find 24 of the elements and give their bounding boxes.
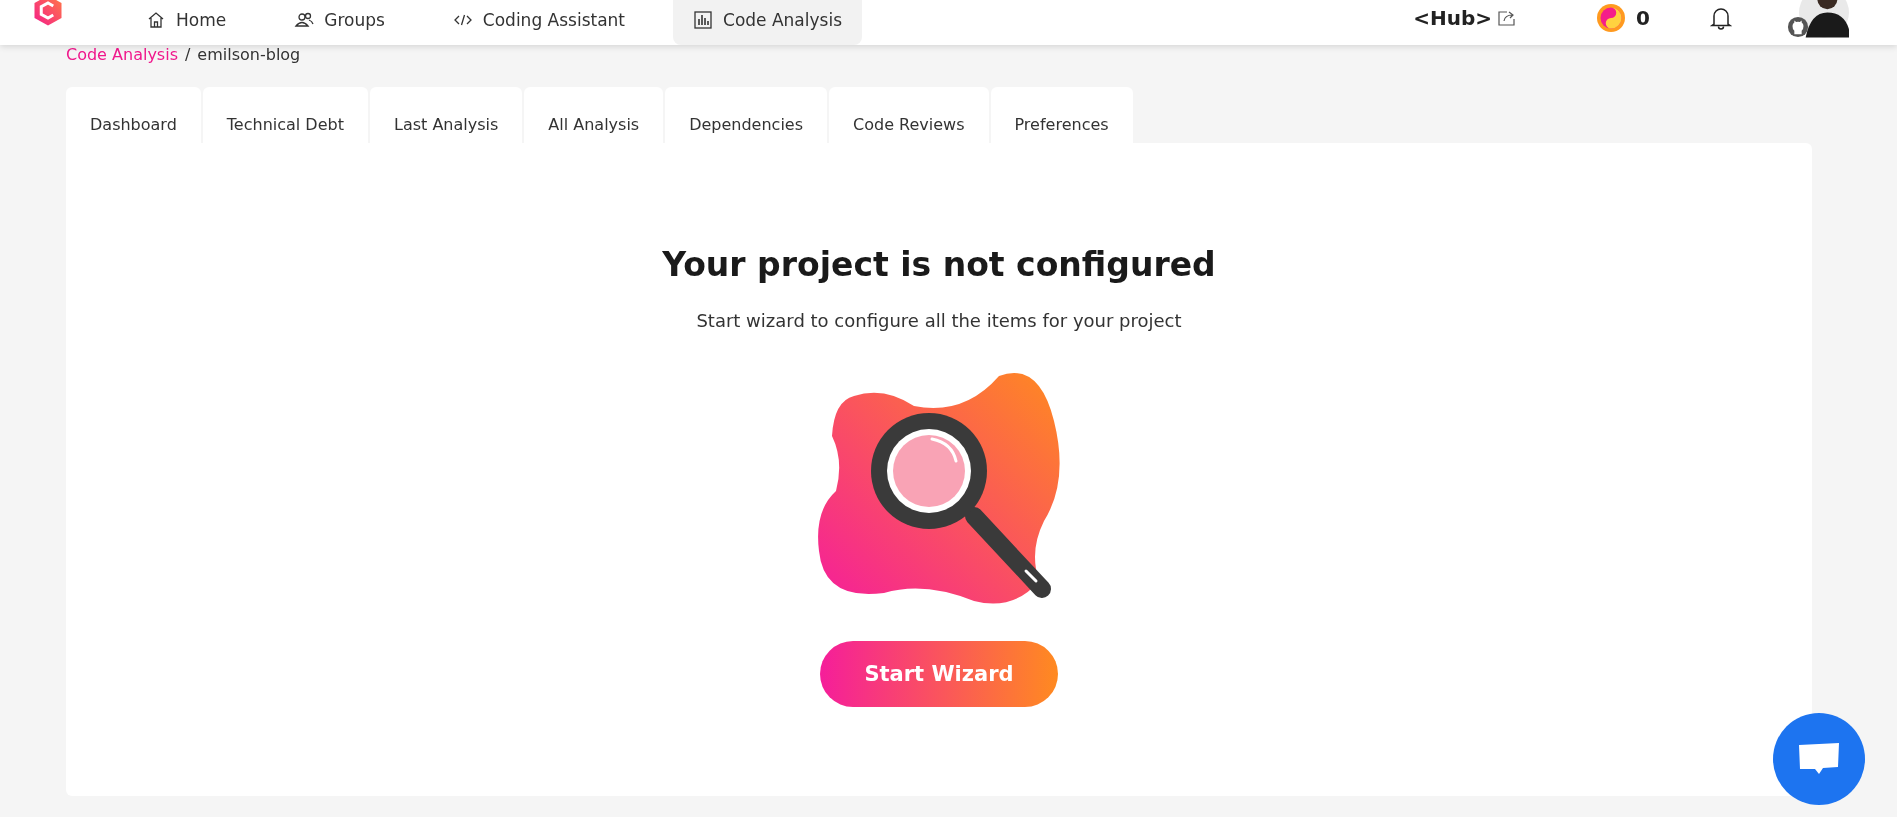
external-link-icon [1498, 9, 1517, 26]
empty-state-subtitle: Start wizard to configure all the items for your project [696, 310, 1182, 331]
nav-link[interactable]: Coding Assistant [432, 0, 646, 45]
tab[interactable]: All Analysis [524, 87, 664, 143]
hub-link[interactable]: <Hub> [1413, 5, 1517, 40]
nav-link[interactable]: Code Analysis [673, 0, 862, 45]
nav-link[interactable]: Home [126, 0, 247, 45]
start-wizard-button[interactable]: Start Wizard [820, 641, 1058, 707]
tab[interactable]: Dashboard [66, 87, 201, 143]
tab[interactable]: Last Analysis [369, 87, 523, 143]
avatar[interactable] [1799, 0, 1849, 40]
breadcrumb-link[interactable]: Code Analysis [66, 45, 178, 87]
breadcrumb-separator: / [184, 45, 191, 66]
tab[interactable]: Code Reviews [829, 87, 989, 143]
coin-count: 0 [1636, 5, 1650, 30]
nav-link[interactable]: Groups [274, 0, 405, 45]
tab[interactable]: Preferences [990, 87, 1133, 143]
tab[interactable]: Dependencies [665, 87, 828, 143]
coin-icon [1596, 2, 1627, 33]
empty-state-title: Your project is not configured [662, 245, 1216, 284]
bar-chart-icon [693, 9, 714, 30]
tab[interactable]: Technical Debt [202, 87, 368, 143]
github-icon [1787, 16, 1809, 38]
breadcrumb-current: emilson-blog [197, 45, 301, 66]
